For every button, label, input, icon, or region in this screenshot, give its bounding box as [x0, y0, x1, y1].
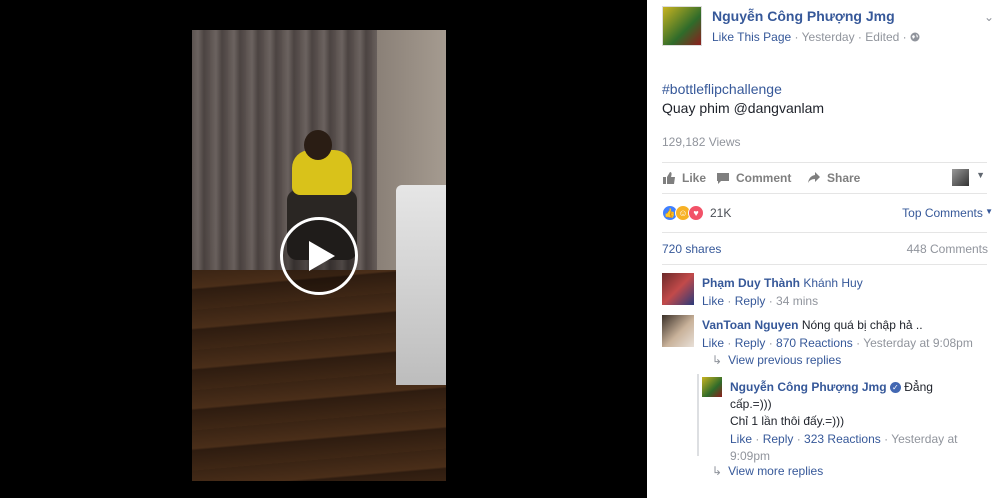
chevron-down-icon: ▼ — [982, 207, 993, 216]
comment-like-link[interactable]: Like — [702, 294, 724, 308]
comment-reply-link[interactable]: Reply — [735, 294, 766, 308]
comment-label: Comment — [736, 171, 792, 185]
thumbs-up-icon — [663, 172, 675, 184]
reply-reply-link[interactable]: Reply — [763, 432, 794, 446]
view-count: 129,182 Views — [662, 135, 741, 149]
reply-text-line-2: cấp.=))) — [730, 397, 772, 411]
chevron-down-icon[interactable]: ⌄ — [984, 10, 994, 24]
verified-icon: ✓ — [889, 382, 901, 394]
share-label: Share — [827, 171, 861, 185]
view-more-replies[interactable]: ↳ View more replies — [712, 464, 823, 478]
person-head — [304, 130, 332, 160]
page-avatar[interactable] — [662, 6, 702, 46]
play-icon — [309, 241, 335, 271]
reply-reactions[interactable]: 323 Reactions — [804, 432, 881, 446]
chevron-down-icon[interactable]: ▼ — [976, 170, 985, 180]
comment-text: Nóng quá bị chập hả .. — [801, 318, 923, 332]
reply-author[interactable]: Nguyễn Công Phượng Jmg — [730, 380, 887, 394]
reply-text-line-1: Đẳng — [904, 380, 933, 394]
share-button[interactable]: Share — [807, 171, 860, 185]
comment-mention[interactable]: Khánh Huy — [803, 276, 862, 290]
divider — [662, 232, 987, 233]
reply-thread-line — [697, 374, 699, 456]
action-bar: Like Comment Share ▼ — [662, 162, 987, 194]
comment-time[interactable]: Yesterday at 9:08pm — [863, 336, 973, 350]
share-icon — [808, 172, 820, 183]
reaction-count: 21K — [710, 206, 732, 220]
comment-like-link[interactable]: Like — [702, 336, 724, 350]
reply-time[interactable]: Yesterday at — [891, 432, 957, 446]
love-reaction-icon: ♥ — [688, 205, 704, 221]
viewer-avatar[interactable] — [952, 169, 969, 186]
comment-icon — [717, 173, 729, 184]
post-header: Nguyễn Công Phượng Jmg Like This Page · … — [662, 4, 994, 48]
comment-button[interactable]: Comment — [716, 171, 791, 185]
like-page-link[interactable]: Like This Page — [712, 30, 791, 44]
comments-count[interactable]: 448 Comments — [907, 242, 988, 256]
post-meta: Like This Page · Yesterday · Edited · — [712, 30, 920, 44]
hashtag-link[interactable]: #bottleflipchallenge — [662, 80, 824, 99]
reply-avatar[interactable] — [702, 377, 722, 397]
post-text: #bottleflipchallenge Quay phim @dangvanl… — [662, 80, 824, 118]
like-label: Like — [682, 171, 707, 185]
reply-like-link[interactable]: Like — [730, 432, 752, 446]
page-name[interactable]: Nguyễn Công Phượng Jmg — [712, 8, 895, 24]
post-time[interactable]: Yesterday — [802, 30, 855, 44]
post-panel: Nguyễn Công Phượng Jmg Like This Page · … — [647, 0, 1000, 498]
comment-reply-link[interactable]: Reply — [735, 336, 766, 350]
reply-arrow-icon: ↳ — [712, 464, 723, 478]
commenter-avatar[interactable] — [662, 315, 694, 347]
reply-time-cont[interactable]: 9:09pm — [730, 448, 980, 465]
reactions-summary[interactable]: 👍 ☺ ♥ 21K — [662, 203, 731, 223]
reply-arrow-icon: ↳ — [712, 353, 723, 367]
shares-count[interactable]: 720 shares — [662, 242, 721, 256]
globe-icon — [910, 32, 920, 42]
comment-time[interactable]: 34 mins — [776, 294, 818, 308]
video-stage — [0, 0, 647, 498]
divider — [662, 264, 987, 265]
comment-reactions[interactable]: 870 Reactions — [776, 336, 853, 350]
edited-label[interactable]: Edited — [865, 30, 899, 44]
reply-text-line-3: Chỉ 1 lần thôi đấy.=))) — [730, 414, 845, 428]
like-button[interactable]: Like — [662, 171, 706, 185]
top-comments-dropdown[interactable]: Top Comments ▼ — [902, 206, 993, 220]
comment-author[interactable]: VanToan Nguyen — [702, 318, 798, 332]
comment-author[interactable]: Phạm Duy Thành — [702, 276, 800, 290]
bed — [396, 185, 446, 385]
commenter-avatar[interactable] — [662, 273, 694, 305]
video-player[interactable] — [192, 30, 446, 481]
post-caption: Quay phim @dangvanlam — [662, 100, 825, 116]
play-button[interactable] — [280, 217, 358, 295]
view-previous-replies[interactable]: ↳ View previous replies — [712, 353, 841, 367]
